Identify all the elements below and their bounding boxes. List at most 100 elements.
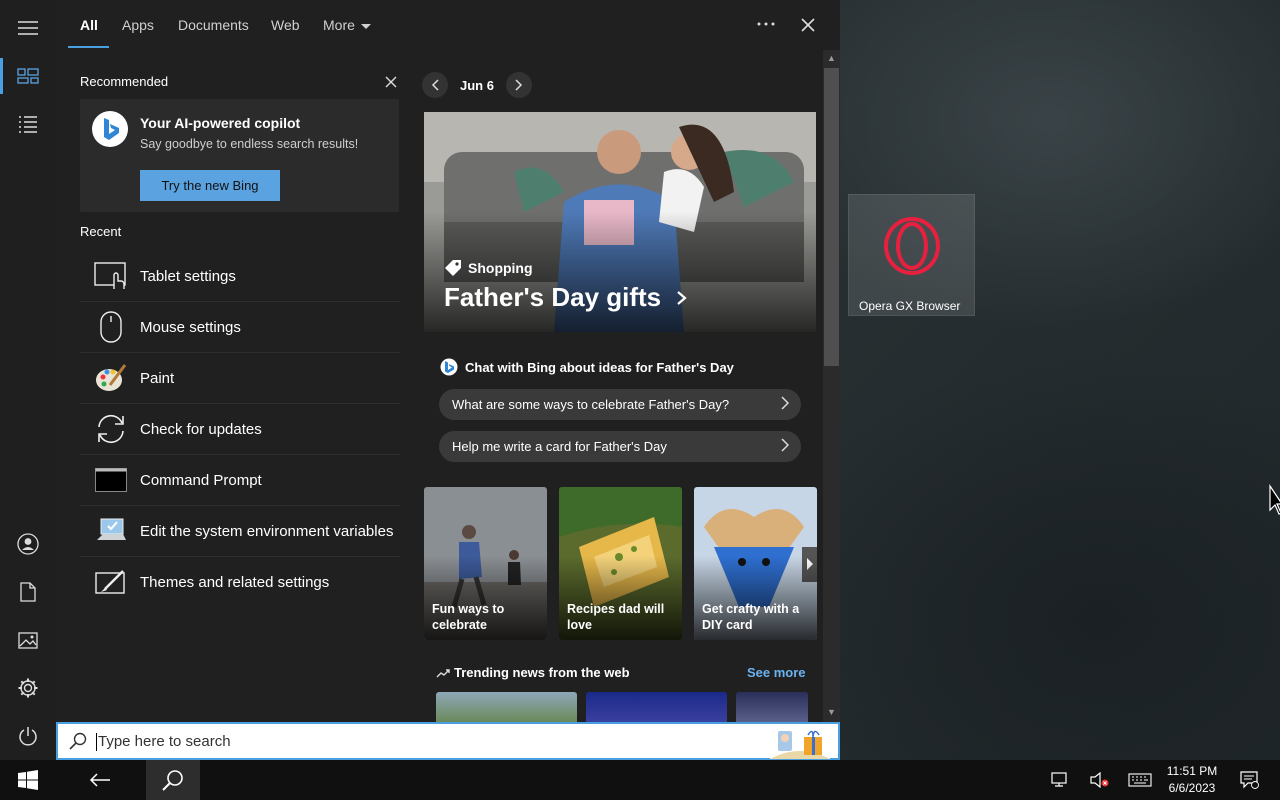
back-button[interactable] xyxy=(80,760,120,800)
scroll-down-icon[interactable]: ▼ xyxy=(827,707,836,717)
settings-button[interactable] xyxy=(0,664,56,712)
current-date: Jun 6 xyxy=(460,77,494,93)
chat-suggestion-text: What are some ways to celebrate Father's… xyxy=(452,397,730,412)
promo-subtitle: Say goodbye to endless search results! xyxy=(140,137,359,151)
chevron-right-icon xyxy=(781,396,789,410)
taskbar-clock[interactable]: 11:51 PM 6/6/2023 xyxy=(1160,763,1224,797)
start-button[interactable] xyxy=(8,760,48,800)
chat-suggestion-text: Help me write a card for Father's Day xyxy=(452,439,667,454)
recent-item-environment-variables[interactable]: Edit the system environment variables xyxy=(80,506,400,557)
recent-item-tablet-settings[interactable]: Tablet settings xyxy=(80,251,400,302)
chevron-down-icon xyxy=(360,23,371,29)
next-day-button[interactable] xyxy=(505,72,532,98)
windows-logo-icon xyxy=(18,770,38,790)
trending-heading-text: Trending news from the web xyxy=(454,665,630,680)
network-button[interactable] xyxy=(1048,760,1072,800)
network-icon xyxy=(1051,772,1067,787)
search-panel: All Apps Documents Web More Recommended … xyxy=(56,0,840,722)
close-icon[interactable] xyxy=(801,18,815,32)
recent-item-check-for-updates[interactable]: Check for updates xyxy=(80,404,400,455)
desktop-shortcut-opera-gx[interactable]: Opera GX Browser xyxy=(848,194,975,316)
date-navigator: Jun 6 xyxy=(422,72,532,98)
search-highlight-illustration xyxy=(770,725,830,759)
volume-button[interactable] xyxy=(1088,760,1112,800)
keyboard-icon xyxy=(1128,773,1152,787)
chevron-left-icon xyxy=(431,79,439,91)
chat-suggestion-pill[interactable]: Help me write a card for Father's Day xyxy=(439,431,801,462)
list-icon xyxy=(19,116,37,133)
idea-card-fun-ways[interactable]: Fun ways to celebrate xyxy=(424,487,547,640)
search-input[interactable] xyxy=(98,732,738,750)
hero-title: Father's Day gifts xyxy=(444,282,688,313)
chat-suggestion-pill[interactable]: What are some ways to celebrate Father's… xyxy=(439,389,801,420)
arrow-left-icon xyxy=(89,773,110,787)
recent-item-label: Command Prompt xyxy=(140,471,262,489)
clock-date: 6/6/2023 xyxy=(1168,781,1216,795)
recent-item-command-prompt[interactable]: Command Prompt xyxy=(80,455,400,506)
list-button[interactable] xyxy=(0,100,56,148)
themes-icon xyxy=(94,566,128,600)
bing-icon xyxy=(440,358,458,376)
bing-logo-icon xyxy=(92,111,128,147)
idea-card-recipes[interactable]: Recipes dad will love xyxy=(559,487,682,640)
home-button[interactable] xyxy=(0,52,56,100)
gear-icon xyxy=(18,678,38,698)
chat-with-bing-heading: Chat with Bing about ideas for Father's … xyxy=(440,358,734,376)
recent-heading: Recent xyxy=(80,224,122,239)
idea-card-label: Fun ways to celebrate xyxy=(432,602,505,632)
documents-button[interactable] xyxy=(0,568,56,616)
tablet-settings-icon xyxy=(94,259,128,293)
recent-item-paint[interactable]: Paint xyxy=(80,353,400,404)
bing-promo-card: Your AI-powered copilot Say goodbye to e… xyxy=(80,99,399,212)
recent-item-themes[interactable]: Themes and related settings xyxy=(80,557,400,608)
scrollbar-thumb[interactable] xyxy=(824,68,839,366)
tab-apps[interactable]: Apps xyxy=(122,17,154,33)
try-new-bing-button[interactable]: Try the new Bing xyxy=(140,170,280,201)
see-more-link[interactable]: See more xyxy=(747,665,806,680)
chat-heading-text: Chat with Bing about ideas for Father's … xyxy=(465,359,734,375)
recommended-heading: Recommended xyxy=(80,74,169,89)
recent-item-mouse-settings[interactable]: Mouse settings xyxy=(80,302,400,353)
tab-all[interactable]: All xyxy=(80,17,98,33)
scroll-up-icon[interactable]: ▲ xyxy=(827,53,836,63)
recent-item-label: Tablet settings xyxy=(140,267,236,285)
action-center-button[interactable] xyxy=(1236,760,1264,800)
trending-news-thumb[interactable] xyxy=(586,692,727,722)
pictures-button[interactable] xyxy=(0,616,56,664)
clock-time: 11:51 PM xyxy=(1166,764,1218,778)
tag-icon xyxy=(445,260,461,276)
more-options-icon[interactable] xyxy=(757,22,775,26)
search-icon xyxy=(162,770,183,791)
opera-gx-icon xyxy=(883,217,941,275)
search-icon xyxy=(68,731,88,751)
hamburger-icon xyxy=(18,21,38,35)
command-prompt-icon xyxy=(94,463,128,497)
recent-item-label: Paint xyxy=(140,369,175,387)
previous-day-button[interactable] xyxy=(422,72,448,98)
document-icon xyxy=(20,582,36,602)
tab-documents[interactable]: Documents xyxy=(178,17,249,33)
recent-item-label: Check for updates xyxy=(140,420,262,438)
dismiss-recommended-icon[interactable] xyxy=(385,76,397,88)
power-icon xyxy=(19,727,37,746)
account-button[interactable] xyxy=(0,520,56,568)
search-taskbar-button[interactable] xyxy=(146,760,200,800)
trending-news-thumb[interactable] xyxy=(736,692,808,722)
promo-title: Your AI-powered copilot xyxy=(140,115,301,131)
system-properties-icon xyxy=(94,514,128,548)
power-button[interactable] xyxy=(0,712,56,760)
desktop-shortcut-label: Opera GX Browser xyxy=(859,299,961,313)
menu-button[interactable] xyxy=(0,4,56,52)
trending-news-thumb[interactable] xyxy=(436,692,577,722)
mouse-icon xyxy=(94,310,128,344)
search-box[interactable] xyxy=(56,722,840,760)
recent-item-label: Edit the system environment variables xyxy=(140,522,394,540)
tab-web[interactable]: Web xyxy=(271,17,300,33)
feed-scrollbar[interactable]: ▲ ▼ xyxy=(823,50,840,722)
mouse-cursor-icon xyxy=(1269,484,1280,515)
idea-card-diy[interactable]: Get crafty with a DIY card xyxy=(694,487,817,640)
hero-title-text: Father's Day gifts xyxy=(444,282,662,312)
tab-more[interactable]: More xyxy=(323,17,371,33)
hero-card-fathers-day[interactable]: Shopping Father's Day gifts xyxy=(424,112,816,332)
touch-keyboard-button[interactable] xyxy=(1126,760,1154,800)
